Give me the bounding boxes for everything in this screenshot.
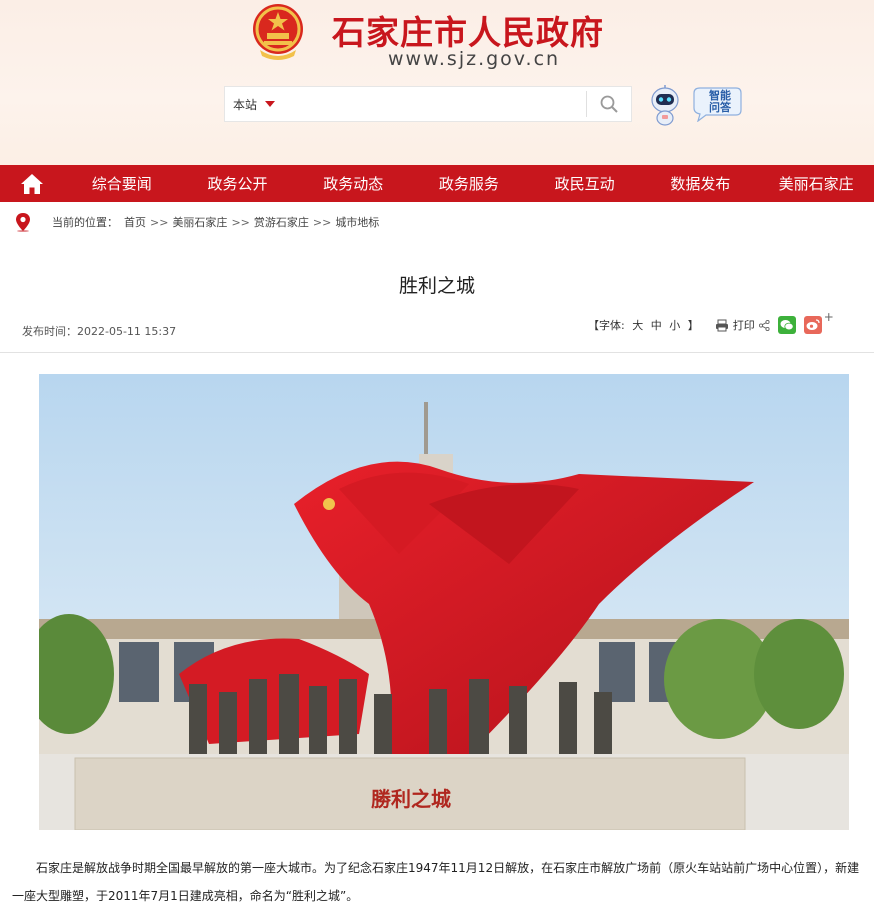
breadcrumb-home[interactable]: 首页 (124, 214, 146, 230)
article-tools: 【字体: 大 中 小 】 打印 + (586, 310, 834, 334)
publish-date-label: 发布时间： (22, 325, 77, 338)
site-header: 石家庄市人民政府 www.sjz.gov.cn 本站 智能 问答 (0, 0, 874, 165)
breadcrumb-label: 当前的位置： (52, 216, 118, 229)
location-pin-icon (16, 213, 30, 232)
main-nav: 综合要闻 政务公开 政务动态 政务服务 政民互动 数据发布 美丽石家庄 (0, 165, 874, 202)
font-size-control: 【字体: 大 中 小 】 (586, 317, 701, 333)
wechat-icon (780, 320, 794, 331)
home-icon (20, 173, 43, 194)
site-name: 石家庄市人民政府 (332, 13, 604, 52)
smart-qa-button[interactable]: 智能 问答 (692, 84, 742, 122)
nav-item-news[interactable]: 综合要闻 (64, 173, 180, 194)
breadcrumb: 当前的位置： 首页 >> 美丽石家庄 >> 赏游石家庄 >> 城市地标 (14, 212, 379, 232)
search-scope-label: 本站 (233, 97, 258, 112)
share-icon[interactable] (758, 319, 770, 331)
weibo-share-button[interactable] (803, 316, 822, 334)
more-share-button[interactable]: + (824, 310, 834, 324)
article-photo-victory-city-sculpture: 勝利之城 (39, 374, 849, 830)
font-size-small[interactable]: 小 (669, 319, 680, 332)
breadcrumb-separator: >> (312, 215, 332, 229)
font-size-suffix: 】 (687, 319, 699, 332)
print-button[interactable]: 打印 (733, 317, 755, 333)
dropdown-triangle-icon (265, 101, 276, 107)
sculpture-photo: 勝利之城 (39, 374, 849, 830)
publish-date-value: 2022-05-11 15:37 (77, 325, 177, 338)
nav-item-gov-services[interactable]: 政务服务 (411, 173, 527, 194)
statue-inscription: 勝利之城 (371, 787, 451, 811)
search-button[interactable] (587, 87, 631, 121)
search-scope-select[interactable]: 本站 (225, 87, 285, 121)
nav-home-button[interactable] (0, 165, 64, 202)
qa-label-line2: 问答 (709, 101, 731, 114)
search-bar: 本站 (224, 86, 632, 122)
font-size-large[interactable]: 大 (632, 319, 643, 332)
divider (0, 352, 874, 353)
article-paragraph: 石家庄是解放战争时期全国最早解放的第一座大城市。为了纪念石家庄1947年11月1… (12, 861, 860, 903)
publish-date: 发布时间：2022-05-11 15:37 (22, 323, 176, 339)
article-title: 胜利之城 (398, 275, 475, 297)
font-size-prefix: 【字体: (588, 319, 625, 332)
search-input[interactable] (285, 87, 586, 121)
search-icon (600, 95, 618, 113)
site-domain: www.sjz.gov.cn (388, 48, 561, 70)
nav-item-data[interactable]: 数据发布 (643, 173, 759, 194)
printer-icon (715, 319, 728, 331)
breadcrumb-separator: >> (231, 215, 250, 229)
weibo-icon (806, 319, 820, 330)
breadcrumb-beautiful-sjz[interactable]: 美丽石家庄 (172, 214, 227, 230)
breadcrumb-tour-sjz[interactable]: 赏游石家庄 (254, 214, 309, 230)
nav-item-gov-dynamics[interactable]: 政务动态 (295, 173, 411, 194)
nav-item-beautiful-sjz[interactable]: 美丽石家庄 (758, 173, 874, 194)
breadcrumb-separator: >> (150, 215, 169, 229)
nav-item-interaction[interactable]: 政民互动 (527, 173, 643, 194)
breadcrumb-landmarks[interactable]: 城市地标 (335, 214, 379, 230)
nav-item-gov-open[interactable]: 政务公开 (180, 173, 296, 194)
font-size-medium[interactable]: 中 (651, 319, 662, 332)
wechat-share-button[interactable] (777, 316, 796, 334)
robot-assistant-icon[interactable] (648, 84, 682, 126)
national-emblem-icon (253, 4, 303, 60)
